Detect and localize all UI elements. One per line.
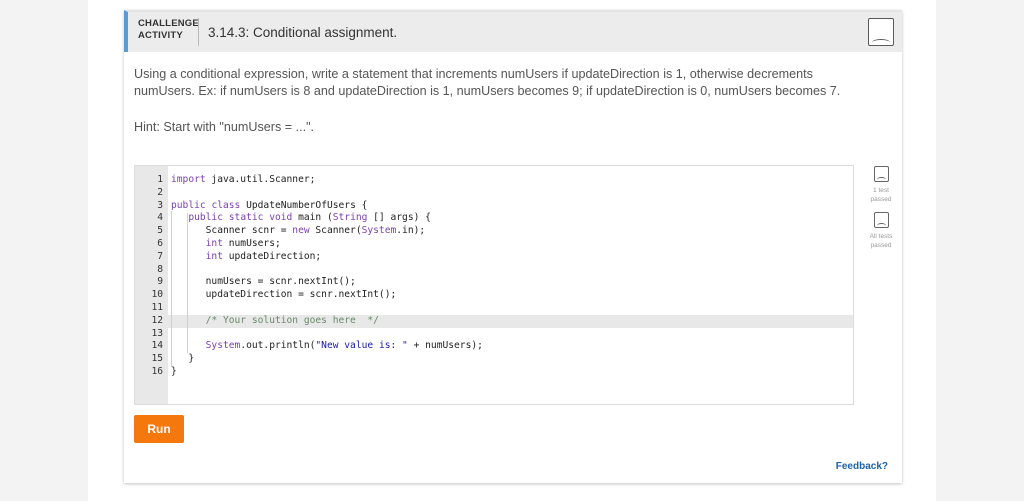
code-line[interactable]: 8 <box>135 263 853 277</box>
line-number: 5 <box>157 225 163 237</box>
code-text[interactable]: System.out.println("New value is: " + nu… <box>171 340 483 353</box>
code-line[interactable]: 2 <box>135 186 853 200</box>
code-text[interactable]: numUsers = scnr.nextInt(); <box>171 276 356 289</box>
indent-guide <box>187 213 188 353</box>
test-status-panel: 1 test passed All tests passed <box>865 166 897 258</box>
line-number: 10 <box>151 289 163 301</box>
code-text[interactable]: updateDirection = scnr.nextInt(); <box>171 289 397 302</box>
feedback-link[interactable]: Feedback? <box>836 461 888 472</box>
code-lines[interactable]: 1 import java.util.Scanner; 2 3 public class… <box>135 174 853 379</box>
run-button[interactable]: Run <box>134 415 184 443</box>
test-status-item: All tests passed <box>865 212 897 250</box>
code-line[interactable]: 9 numUsers = scnr.nextInt(); <box>135 276 853 289</box>
line-number: 7 <box>157 250 163 262</box>
test-checkbox-icon <box>873 166 889 182</box>
code-text[interactable]: Scanner scnr = new Scanner(System.in); <box>171 225 426 238</box>
code-line[interactable]: 1 import java.util.Scanner; <box>135 174 853 187</box>
line-number: 13 <box>151 327 163 339</box>
line-number: 11 <box>151 301 163 313</box>
code-line[interactable]: 5 Scanner scnr = new Scanner(System.in); <box>135 225 853 238</box>
test-status-label: All tests passed <box>869 233 893 249</box>
code-line[interactable]: 4 public static void main (String [] arg… <box>135 212 853 225</box>
code-text[interactable]: import java.util.Scanner; <box>171 174 315 187</box>
code-line[interactable]: 11 <box>135 301 853 315</box>
line-number: 12 <box>151 314 163 326</box>
line-number: 14 <box>151 340 163 352</box>
test-checkbox-icon <box>873 212 889 228</box>
line-number: 4 <box>157 212 163 224</box>
code-line[interactable]: 15 } <box>135 353 853 366</box>
code-line[interactable]: 6 int numUsers; <box>135 237 853 251</box>
page-background: CHALLENGE ACTIVITY 3.14.3: Conditional a… <box>88 0 936 501</box>
activity-header: CHALLENGE ACTIVITY 3.14.3: Conditional a… <box>124 10 902 52</box>
line-number: 8 <box>157 263 163 275</box>
code-text[interactable]: } <box>171 353 194 366</box>
code-text[interactable]: } <box>171 366 177 379</box>
line-number: 9 <box>157 276 163 288</box>
indent-guide <box>171 211 172 367</box>
activity-title: 3.14.3: Conditional assignment. <box>208 25 398 40</box>
code-line[interactable]: 13 <box>135 327 853 341</box>
code-text[interactable]: int updateDirection; <box>171 251 322 264</box>
activity-type-badge: CHALLENGE ACTIVITY <box>138 18 199 42</box>
code-text[interactable]: public class UpdateNumberOfUsers { <box>171 200 367 213</box>
line-number: 15 <box>151 353 163 365</box>
test-status-item: 1 test passed <box>865 166 897 204</box>
problem-hint: Hint: Start with "numUsers = ...". <box>134 120 315 134</box>
code-line[interactable]: 7 int updateDirection; <box>135 250 853 264</box>
bookmark-icon[interactable] <box>868 18 894 46</box>
challenge-activity-card: CHALLENGE ACTIVITY 3.14.3: Conditional a… <box>124 10 902 483</box>
line-number: 3 <box>157 199 163 211</box>
line-number: 2 <box>157 186 163 198</box>
code-text[interactable]: /* Your solution goes here */ <box>171 315 379 328</box>
code-line[interactable]: 3 public class UpdateNumberOfUsers { <box>135 199 853 213</box>
line-number: 16 <box>151 365 163 377</box>
code-line[interactable]: 10 updateDirection = scnr.nextInt(); <box>135 289 853 302</box>
badge-line-1: CHALLENGE <box>138 18 199 29</box>
badge-line-2: ACTIVITY <box>138 30 183 41</box>
problem-description: Using a conditional expression, write a … <box>134 67 841 98</box>
code-line[interactable]: 16} <box>135 365 853 379</box>
code-line[interactable]: 14 System.out.println("New value is: " +… <box>135 340 853 353</box>
header-divider <box>198 18 199 46</box>
test-status-label: 1 test passed <box>870 187 892 203</box>
code-text[interactable]: public static void main (String [] args)… <box>171 212 431 225</box>
code-line[interactable]: 12 /* Your solution goes here */ <box>135 314 853 328</box>
code-editor[interactable]: 1 import java.util.Scanner; 2 3 public class… <box>134 165 854 405</box>
line-number: 6 <box>157 237 163 249</box>
line-number: 1 <box>157 174 163 185</box>
